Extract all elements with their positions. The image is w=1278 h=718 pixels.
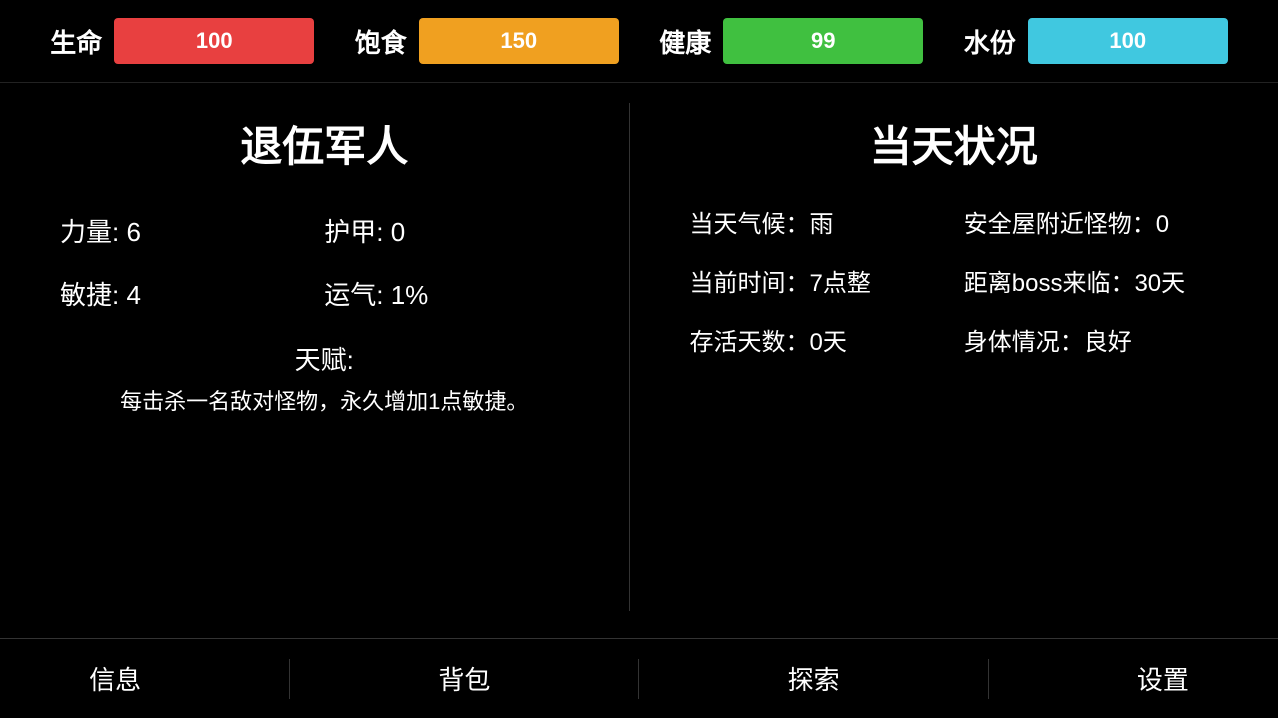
food-bar: 150 xyxy=(419,18,619,64)
nav-divider-3 xyxy=(988,659,989,699)
left-panel: 退伍军人 力量: 6 护甲: 0 敏捷: 4 运气: 1% 天赋: 每击杀一名敌… xyxy=(40,103,630,611)
time-item: 当前时间：7点整 xyxy=(690,263,944,298)
talent-label: 天赋: xyxy=(60,340,589,377)
nav-divider-1 xyxy=(289,659,290,699)
water-bar: 100 xyxy=(1028,18,1228,64)
water-value: 100 xyxy=(1109,28,1146,54)
right-panel: 当天状况 当天气候：雨 安全屋附近怪物：0 当前时间：7点整 距离boss来临：… xyxy=(630,103,1239,611)
water-label: 水份 xyxy=(964,23,1016,60)
wellbeing-label: 健康 xyxy=(659,23,711,60)
body-item: 身体情况：良好 xyxy=(964,322,1218,357)
wellbeing-bar: 99 xyxy=(723,18,923,64)
nav-divider-2 xyxy=(638,659,639,699)
days-item: 存活天数：0天 xyxy=(690,322,944,357)
main-content: 退伍军人 力量: 6 护甲: 0 敏捷: 4 运气: 1% 天赋: 每击杀一名敌… xyxy=(0,83,1278,631)
health-status: 生命 100 xyxy=(50,18,314,64)
character-title: 退伍军人 xyxy=(240,113,408,174)
food-value: 150 xyxy=(500,28,537,54)
talent-section: 天赋: 每击杀一名敌对怪物，永久增加1点敏捷。 xyxy=(40,340,609,418)
monsters-item: 安全屋附近怪物：0 xyxy=(964,204,1218,239)
weather-item: 当天气候：雨 xyxy=(690,204,944,239)
wellbeing-value: 99 xyxy=(811,28,835,54)
food-label: 饱食 xyxy=(355,23,407,60)
health-bar: 100 xyxy=(114,18,314,64)
situation-grid: 当天气候：雨 安全屋附近怪物：0 当前时间：7点整 距离boss来临：30天 存… xyxy=(670,204,1239,357)
food-status: 饱食 150 xyxy=(355,18,619,64)
wellbeing-status: 健康 99 xyxy=(659,18,923,64)
talent-description: 每击杀一名敌对怪物，永久增加1点敏捷。 xyxy=(60,385,589,418)
strength-stat: 力量: 6 xyxy=(60,204,324,257)
nav-explore[interactable]: 探索 xyxy=(758,650,870,707)
agility-stat: 敏捷: 4 xyxy=(60,267,324,320)
nav-settings[interactable]: 设置 xyxy=(1107,650,1219,707)
bottom-nav: 信息 背包 探索 设置 xyxy=(0,638,1278,718)
nav-bag[interactable]: 背包 xyxy=(408,650,520,707)
health-value: 100 xyxy=(196,28,233,54)
situation-title: 当天状况 xyxy=(870,113,1038,174)
water-status: 水份 100 xyxy=(964,18,1228,64)
status-bar: 生命 100 饱食 150 健康 99 水份 100 xyxy=(0,0,1278,83)
stats-grid: 力量: 6 护甲: 0 敏捷: 4 运气: 1% xyxy=(40,204,609,320)
armor-stat: 护甲: 0 xyxy=(324,204,588,257)
boss-item: 距离boss来临：30天 xyxy=(964,263,1218,298)
luck-stat: 运气: 1% xyxy=(324,267,588,320)
nav-info[interactable]: 信息 xyxy=(59,650,171,707)
health-label: 生命 xyxy=(50,23,102,60)
